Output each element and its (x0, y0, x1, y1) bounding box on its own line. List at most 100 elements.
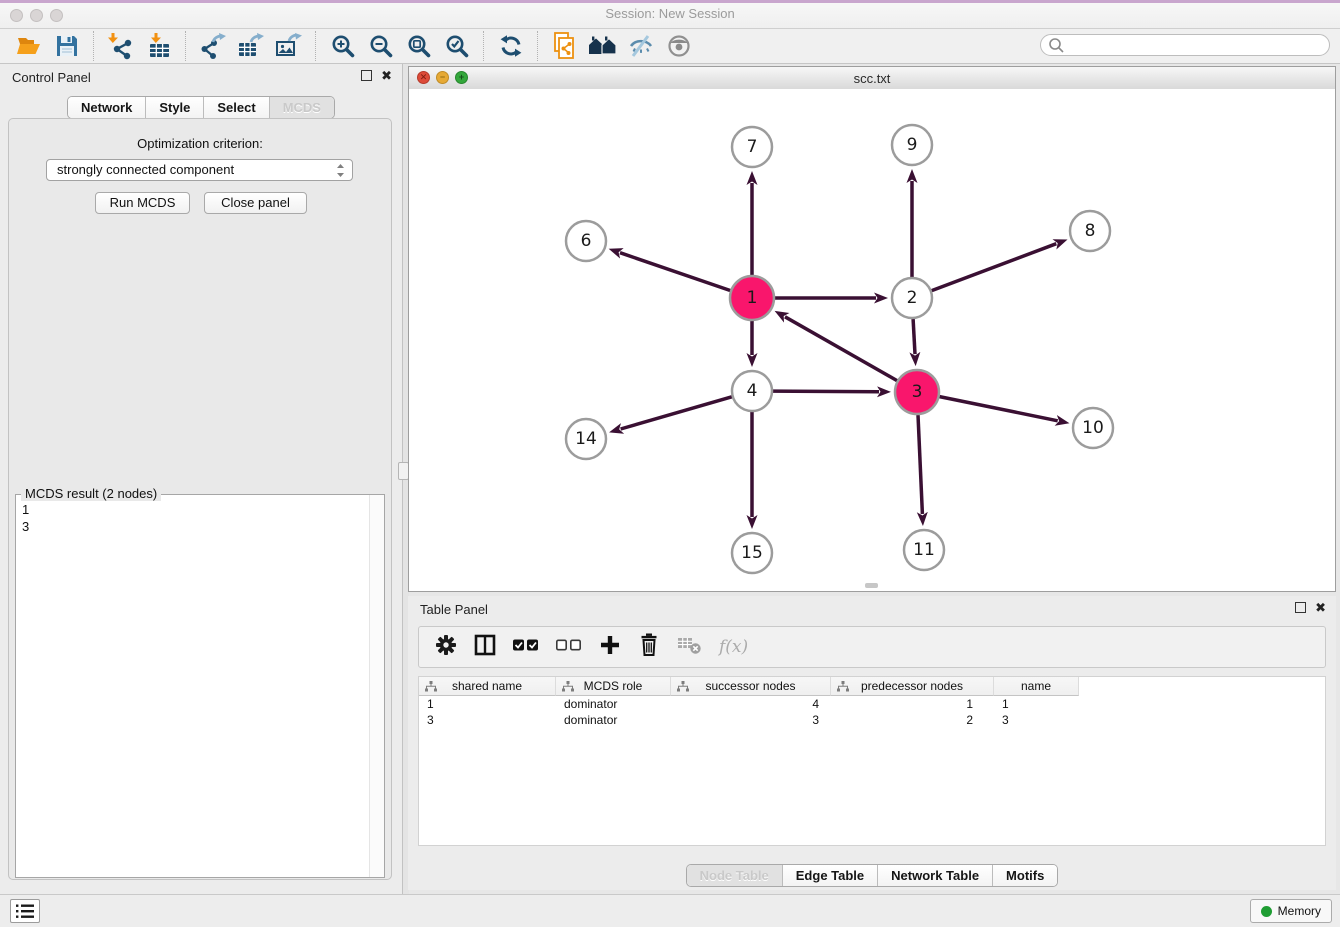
tab-edge-table[interactable]: Edge Table (782, 865, 877, 886)
result-scrollbar[interactable] (369, 495, 384, 877)
network-window-titlebar[interactable]: ✕ − + scc.txt (409, 67, 1335, 90)
table-cell[interactable]: 4 (671, 696, 831, 712)
criterion-dropdown[interactable]: strongly connected component (46, 159, 353, 181)
zoom-out-icon[interactable] (362, 30, 400, 62)
canvas-hscroll-handle[interactable] (865, 583, 878, 588)
table-row[interactable]: 1dominator411 (419, 696, 1325, 712)
table-cell[interactable]: 1 (994, 696, 1079, 712)
edge-1-6[interactable] (620, 253, 730, 291)
function-builder-icon[interactable]: f(x) (719, 637, 748, 657)
tab-node-table[interactable]: Node Table (687, 865, 782, 886)
delete-columns-icon[interactable] (638, 633, 660, 661)
toolbar-separator (93, 31, 95, 61)
import-network-icon[interactable] (102, 30, 140, 62)
table-cell[interactable]: 1 (831, 696, 994, 712)
network-graph[interactable]: 1234678910111415 (409, 89, 1335, 591)
node-label-14: 14 (575, 429, 597, 449)
task-history-button[interactable] (10, 899, 40, 923)
column-header-name[interactable]: name (994, 677, 1079, 696)
edge-3-1[interactable] (785, 317, 897, 381)
edge-2-8[interactable] (932, 244, 1057, 291)
edge-3-11[interactable] (918, 415, 922, 514)
control-panel-tabs: NetworkStyleSelectMCDS (0, 96, 402, 119)
network-title: scc.txt (409, 71, 1335, 86)
memory-button[interactable]: Memory (1250, 899, 1332, 923)
edge-4-14[interactable] (621, 397, 732, 429)
tab-mcds[interactable]: MCDS (269, 97, 334, 118)
float-panel-icon[interactable] (361, 70, 372, 81)
export-network-icon[interactable] (194, 30, 232, 62)
tab-select[interactable]: Select (203, 97, 268, 118)
search-field[interactable] (1040, 34, 1330, 56)
optimization-criterion-label: Optimization criterion: (9, 136, 391, 151)
tab-motifs[interactable]: Motifs (992, 865, 1057, 886)
status-bar: Memory (0, 894, 1340, 927)
tree-hierarchy-icon (837, 681, 849, 692)
add-column-icon[interactable] (599, 634, 621, 661)
edge-4-3[interactable] (773, 391, 879, 392)
node-table[interactable]: shared nameMCDS rolesuccessor nodesprede… (418, 676, 1326, 846)
list-icon (16, 904, 34, 919)
close-panel-button[interactable]: Close panel (204, 192, 307, 214)
select-all-columns-icon[interactable] (513, 636, 539, 659)
node-label-4: 4 (747, 381, 758, 401)
mcds-result-line: 3 (22, 518, 368, 535)
import-table-icon[interactable] (140, 30, 178, 62)
table-cell[interactable]: 1 (419, 696, 556, 712)
table-row[interactable]: 3dominator323 (419, 712, 1325, 728)
close-panel-icon[interactable]: ✖ (381, 70, 392, 81)
delete-table-icon[interactable] (677, 634, 702, 660)
mcds-result-lines[interactable]: 13 (16, 497, 368, 877)
column-header-predecessor-nodes[interactable]: predecessor nodes (831, 677, 994, 696)
column-header-shared-name[interactable]: shared name (419, 677, 556, 696)
float-panel-icon[interactable] (1295, 602, 1306, 613)
new-network-from-selection-icon[interactable] (546, 30, 584, 62)
edge-3-10[interactable] (940, 397, 1058, 421)
table-cell[interactable]: dominator (556, 712, 671, 728)
zoom-in-icon[interactable] (324, 30, 362, 62)
table-panel-title: Table Panel (420, 602, 488, 617)
tab-network[interactable]: Network (68, 97, 145, 118)
node-label-1: 1 (747, 288, 758, 308)
zoom-selected-icon[interactable] (438, 30, 476, 62)
network-view-window: ✕ − + scc.txt 1234678910111415 (408, 66, 1336, 592)
table-cell[interactable]: 3 (671, 712, 831, 728)
deselect-all-columns-icon[interactable] (556, 636, 582, 659)
tab-network-table[interactable]: Network Table (877, 865, 992, 886)
first-neighbors-icon[interactable] (584, 30, 622, 62)
tab-style[interactable]: Style (145, 97, 203, 118)
node-label-3: 3 (912, 382, 923, 402)
main-toolbar (0, 29, 1340, 64)
table-cell[interactable]: 3 (994, 712, 1079, 728)
apply-layout-icon[interactable] (492, 30, 530, 62)
network-canvas[interactable]: 1234678910111415 (409, 89, 1335, 591)
column-header-filler (1079, 677, 1325, 696)
zoom-fit-icon[interactable] (400, 30, 438, 62)
open-session-icon[interactable] (10, 30, 48, 62)
node-label-9: 9 (907, 135, 918, 155)
table-cell[interactable]: dominator (556, 696, 671, 712)
mcds-result-box: MCDS result (2 nodes) 13 (15, 494, 385, 878)
edge-2-3[interactable] (913, 319, 915, 354)
column-header-MCDS-role[interactable]: MCDS role (556, 677, 671, 696)
table-cell[interactable]: 3 (419, 712, 556, 728)
export-table-icon[interactable] (232, 30, 270, 62)
table-settings-gear-icon[interactable] (435, 634, 457, 661)
search-input[interactable] (1069, 37, 1329, 53)
column-header-successor-nodes[interactable]: successor nodes (671, 677, 831, 696)
toggle-columns-icon[interactable] (474, 634, 496, 661)
export-image-icon[interactable] (270, 30, 308, 62)
show-all-icon[interactable] (660, 30, 698, 62)
node-label-6: 6 (581, 231, 592, 251)
table-cell[interactable]: 2 (831, 712, 994, 728)
toolbar-separator (185, 31, 187, 61)
hide-selected-icon[interactable] (622, 30, 660, 62)
node-label-10: 10 (1082, 418, 1104, 438)
memory-status-icon (1261, 906, 1272, 917)
session-title: Session: New Session (0, 6, 1340, 21)
search-icon (1048, 37, 1065, 54)
run-mcds-button[interactable]: Run MCDS (95, 192, 190, 214)
close-panel-icon[interactable]: ✖ (1315, 602, 1326, 613)
save-session-icon[interactable] (48, 30, 86, 62)
toolbar-separator (315, 31, 317, 61)
